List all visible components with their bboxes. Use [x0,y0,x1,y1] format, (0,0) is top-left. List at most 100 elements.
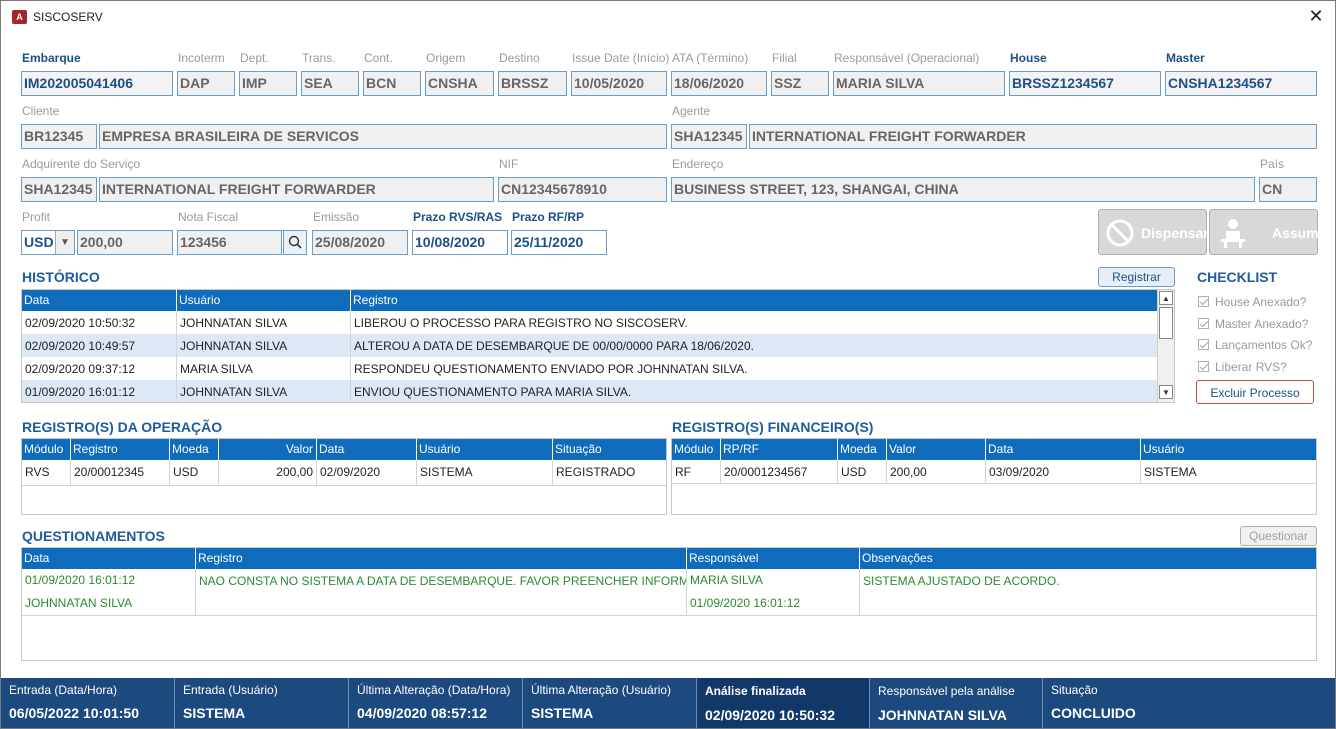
col-registro[interactable]: Registro [351,290,1159,311]
scroll-down-icon[interactable]: ▼ [1159,385,1173,399]
issue-date-field[interactable]: 10/05/2020 [571,71,667,96]
origem-field[interactable]: CNSHA [425,71,494,96]
col-modulo[interactable]: Módulo [672,439,721,460]
assumir-button[interactable]: Assumir [1209,209,1328,255]
response-date: 01/09/2020 16:01:12 [690,596,801,610]
cell-usuario: JOHNNATAN SILVA [177,311,351,334]
checkbox-icon [1198,361,1209,372]
filial-field[interactable]: SSZ [771,71,829,96]
table-row[interactable]: 02/09/2020 10:50:32 JOHNNATAN SILVA LIBE… [22,311,1159,334]
footer-label: Última Alteração (Data/Hora) [357,683,511,697]
cell-situacao: REGISTRADO [553,460,666,486]
checklist-liberar[interactable]: Liberar RVS? [1198,360,1287,374]
table-row[interactable]: 01/09/2020 16:01:12 JOHNNATAN SILVA NAO … [22,569,1316,616]
col-data[interactable]: Data [22,548,196,569]
col-data[interactable]: Data [317,439,417,460]
excluir-processo-button[interactable]: Excluir Processo [1196,380,1314,404]
cell-registro: 20/00012345 [71,460,170,486]
nif-field[interactable]: CN12345678910 [498,177,667,202]
destino-field[interactable]: BRSSZ [498,71,567,96]
col-usuario[interactable]: Usuário [177,290,351,311]
table-row[interactable]: 01/09/2020 16:01:12 JOHNNATAN SILVA ENVI… [22,380,1159,402]
adquirente-name-field[interactable]: INTERNATIONAL FREIGHT FORWARDER [99,177,494,202]
footer-label: Responsável pela análise [878,684,1015,698]
financeiro-grid: Módulo RP/RF Moeda Valor Data Usuário RF… [671,438,1317,515]
footer-value: SISTEMA [183,705,246,721]
search-icon[interactable] [283,230,307,255]
col-modulo[interactable]: Módulo [22,439,71,460]
checklist-lancamentos-label: Lançamentos Ok? [1215,338,1313,352]
scroll-thumb[interactable] [1159,307,1173,339]
cell-rp-rf: 20/0001234567 [721,460,838,483]
profit-label: Profit [22,210,51,224]
footer-value: 02/09/2020 10:50:32 [705,707,835,723]
col-usuario[interactable]: Usuário [417,439,553,460]
currency-value: USD [24,234,54,250]
house-label: House [1010,51,1047,65]
table-row[interactable]: RVS 20/00012345 USD 200,00 02/09/2020 SI… [22,460,666,486]
checklist-lancamentos[interactable]: Lançamentos Ok? [1198,338,1312,352]
col-situacao[interactable]: Situação [553,439,666,460]
registrar-button[interactable]: Registrar [1098,267,1175,287]
master-field[interactable]: CNSHA1234567 [1165,71,1317,96]
ata-field[interactable]: 18/06/2020 [671,71,767,96]
profit-value-field[interactable]: 200,00 [77,230,173,255]
historico-scrollbar[interactable]: ▲ ▼ [1157,290,1174,402]
col-usuario[interactable]: Usuário [1141,439,1316,460]
cell-data: 01/09/2020 16:01:12 JOHNNATAN SILVA [22,569,196,616]
col-valor[interactable]: Valor [219,439,317,460]
checklist-house[interactable]: House Anexado? [1198,295,1306,309]
col-registro[interactable]: Registro [196,548,687,569]
house-field[interactable]: BRSSZ1234567 [1009,71,1161,96]
emissao-field[interactable]: 25/08/2020 [312,230,408,255]
chevron-down-icon[interactable]: ▼ [55,231,74,254]
agente-name-field[interactable]: INTERNATIONAL FREIGHT FORWARDER [749,124,1317,149]
dept-field[interactable]: IMP [239,71,297,96]
cont-label: Cont. [364,51,393,65]
table-row[interactable]: RF 20/0001234567 USD 200,00 03/09/2020 S… [672,460,1316,484]
col-data[interactable]: Data [986,439,1141,460]
cell-valor: 200,00 [219,460,317,486]
cliente-name-field[interactable]: EMPRESA BRASILEIRA DE SERVICOS [99,124,667,149]
col-responsavel[interactable]: Responsável [687,548,860,569]
footer-value: 06/05/2022 10:01:50 [9,705,139,721]
col-moeda[interactable]: Moeda [838,439,887,460]
checklist-master[interactable]: Master Anexado? [1198,317,1308,331]
col-moeda[interactable]: Moeda [170,439,219,460]
nota-fiscal-label: Nota Fiscal [178,210,239,224]
cell-responsavel: MARIA SILVA 01/09/2020 16:01:12 [687,569,860,616]
cell-data: 01/09/2020 16:01:12 [22,380,177,402]
destino-label: Destino [499,51,540,65]
col-observacoes[interactable]: Observações [860,548,1316,569]
cell-usuario: JOHNNATAN SILVA [177,334,351,357]
nota-fiscal-field[interactable]: 123456 [177,230,282,255]
agente-code-field[interactable]: SHA12345 [671,124,747,149]
prazo-rf-field[interactable]: 25/11/2020 [511,230,607,255]
currency-select[interactable]: USD ▼ [21,230,75,255]
cliente-code-field[interactable]: BR12345 [21,124,97,149]
cell-moeda: USD [838,460,887,483]
responsavel-field[interactable]: MARIA SILVA [833,71,1005,96]
endereco-field[interactable]: BUSINESS STREET, 123, SHANGAI, CHINA [671,177,1255,202]
checkbox-icon [1198,318,1209,329]
cont-field[interactable]: BCN [363,71,421,96]
table-row[interactable]: 02/09/2020 09:37:12 MARIA SILVA RESPONDE… [22,357,1159,380]
scroll-up-icon[interactable]: ▲ [1159,291,1173,305]
col-registro[interactable]: Registro [71,439,170,460]
incoterm-field[interactable]: DAP [177,71,235,96]
pais-field[interactable]: CN [1259,177,1317,202]
access-app-icon: A [12,10,27,24]
col-data[interactable]: Data [22,290,177,311]
embarque-field[interactable]: IM202005041406 [21,71,173,96]
dispensar-button[interactable]: Dispensar [1098,209,1209,255]
cell-moeda: USD [170,460,219,486]
col-valor[interactable]: Valor [887,439,986,460]
prazo-rvs-field[interactable]: 10/08/2020 [412,230,508,255]
close-icon[interactable]: ✕ [1303,5,1329,29]
historico-grid: Data Usuário Registro 02/09/2020 10:50:3… [21,289,1175,403]
adquirente-code-field[interactable]: SHA12345 [21,177,97,202]
col-rp-rf[interactable]: RP/RF [721,439,838,460]
questionar-button[interactable]: Questionar [1240,526,1317,546]
trans-field[interactable]: SEA [301,71,359,96]
table-row[interactable]: 02/09/2020 10:49:57 JOHNNATAN SILVA ALTE… [22,334,1159,357]
